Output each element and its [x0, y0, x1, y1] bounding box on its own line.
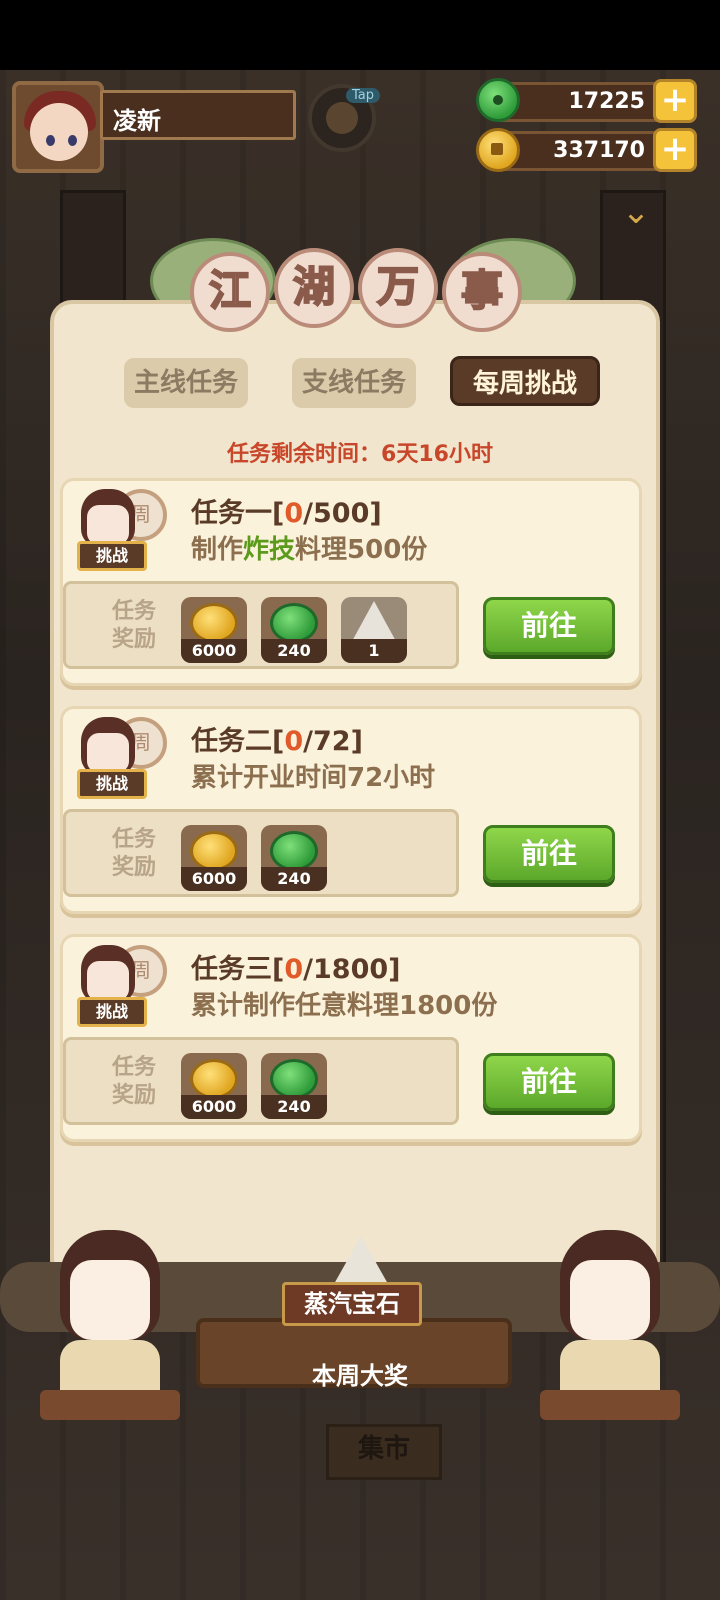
reward-coin[interactable]: 6000: [181, 825, 247, 891]
task-title-prefix: 任务三[: [191, 954, 285, 985]
reward-amount: 1: [341, 639, 407, 663]
task-desc-prefix: 累计开业时间72小时: [191, 763, 436, 793]
reward-amount: 6000: [181, 867, 247, 891]
reward-amount: 6000: [181, 639, 247, 663]
bench: [40, 1390, 180, 1420]
reward-amount: 240: [261, 867, 327, 891]
task-description: 累计制作任意料理1800份: [191, 985, 497, 1022]
reward-label-line1: 任务: [111, 599, 156, 624]
reward-label-line2: 奖励: [111, 855, 156, 880]
character-face: [70, 1260, 150, 1340]
tab-side-quest[interactable]: 支线任务: [292, 358, 416, 408]
title-char: 万: [358, 248, 438, 328]
task-progress-current: 0: [284, 726, 304, 757]
reward-label: 任务 奖励: [104, 598, 164, 654]
player-name: 凌新: [113, 107, 161, 135]
jade-icon: [476, 78, 520, 122]
challenge-badge: 挑战: [77, 541, 147, 571]
reward-amount: 240: [261, 1095, 327, 1119]
bench: [540, 1390, 680, 1420]
task-title: 任务一[0/500]: [191, 491, 382, 530]
tap-tag: Tap: [346, 88, 381, 103]
character-left: [40, 1230, 180, 1420]
title-char: 江: [190, 252, 270, 332]
task-desc-prefix: 累计制作任意料理1800份: [191, 991, 498, 1021]
jade-icon: [270, 1059, 318, 1099]
task-desc-highlight: 炸技: [243, 535, 296, 565]
add-coin-button[interactable]: +: [653, 128, 697, 172]
go-button[interactable]: 前往: [483, 1053, 615, 1111]
task-progress-total: /72]: [303, 726, 363, 757]
character-face: [570, 1260, 650, 1340]
player-avatar[interactable]: [12, 81, 104, 173]
task-title: 任务三[0/1800]: [191, 947, 401, 986]
character-face: [87, 505, 129, 545]
reward-label-line2: 奖励: [111, 1083, 156, 1108]
reward-jade[interactable]: 240: [261, 597, 327, 663]
panel-title: 江 湖 万 事: [190, 248, 530, 338]
reward-amount: 240: [261, 639, 327, 663]
task-card: 周 挑战 任务一[0/500] 制作炸技料理500份 任务 奖励 6000 240…: [60, 478, 642, 686]
task-progress-total: /1800]: [303, 954, 401, 985]
title-char: 事: [442, 252, 522, 332]
jade-icon: [270, 603, 318, 643]
remaining-value: 6天16小时: [381, 442, 493, 467]
tap-button[interactable]: Tap: [308, 84, 381, 152]
coin-value: 337170: [553, 138, 645, 163]
market-sign: 集市: [326, 1424, 442, 1480]
reward-jade[interactable]: 240: [261, 825, 327, 891]
task-description: 累计开业时间72小时: [191, 757, 435, 794]
avatar-face: [30, 103, 88, 161]
task-progress-total: /500]: [303, 498, 382, 529]
add-jade-button[interactable]: +: [653, 79, 697, 123]
task-title-prefix: 任务二[: [191, 726, 285, 757]
jade-value: 17225: [568, 89, 645, 114]
coin-icon: [190, 603, 238, 643]
coin-icon: [190, 1059, 238, 1099]
jade-icon: [270, 831, 318, 871]
task-title: 任务二[0/72]: [191, 719, 363, 758]
reward-label-line1: 任务: [111, 1055, 156, 1080]
challenge-badge: 挑战: [77, 997, 147, 1027]
reward-steam-gem[interactable]: 1: [341, 597, 407, 663]
reward-label-line1: 任务: [111, 827, 156, 852]
challenge-badge: 挑战: [77, 769, 147, 799]
remaining-label: 任务剩余时间：: [227, 442, 382, 467]
task-card: 周 挑战 任务三[0/1800] 累计制作任意料理1800份 任务 奖励 6000…: [60, 934, 642, 1142]
character-right: [540, 1230, 680, 1420]
remaining-time: 任务剩余时间：6天16小时: [0, 436, 720, 468]
go-button[interactable]: 前往: [483, 825, 615, 883]
grand-prize-name: 蒸汽宝石: [282, 1282, 422, 1326]
tab-weekly-challenge[interactable]: 每周挑战: [450, 356, 600, 406]
task-card: 周 挑战 任务二[0/72] 累计开业时间72小时 任务 奖励 6000 240 …: [60, 706, 642, 914]
task-title-prefix: 任务一[: [191, 498, 285, 529]
task-desc-prefix: 制作: [191, 535, 244, 565]
title-char: 湖: [274, 248, 354, 328]
avatar-eye: [68, 135, 77, 146]
character-face: [87, 961, 129, 1001]
task-progress-current: 0: [284, 954, 304, 985]
tab-main-quest[interactable]: 主线任务: [124, 358, 248, 408]
reward-label-line2: 奖励: [111, 627, 156, 652]
character-face: [87, 733, 129, 773]
coin-icon: [190, 831, 238, 871]
reward-jade[interactable]: 240: [261, 1053, 327, 1119]
tap-button-icon: [326, 102, 358, 134]
reward-coin[interactable]: 6000: [181, 1053, 247, 1119]
task-description: 制作炸技料理500份: [191, 529, 427, 566]
reward-label: 任务 奖励: [104, 1054, 164, 1110]
chevron-down-icon[interactable]: ⌄: [616, 192, 656, 232]
player-name-plate[interactable]: 凌新: [100, 90, 296, 140]
reward-amount: 6000: [181, 1095, 247, 1119]
task-desc-suffix: 料理500份: [295, 535, 428, 565]
reward-label: 任务 奖励: [104, 826, 164, 882]
reward-coin[interactable]: 6000: [181, 597, 247, 663]
coin-icon: [476, 128, 520, 172]
task-progress-current: 0: [284, 498, 304, 529]
go-button[interactable]: 前往: [483, 597, 615, 655]
avatar-eye: [46, 135, 55, 146]
